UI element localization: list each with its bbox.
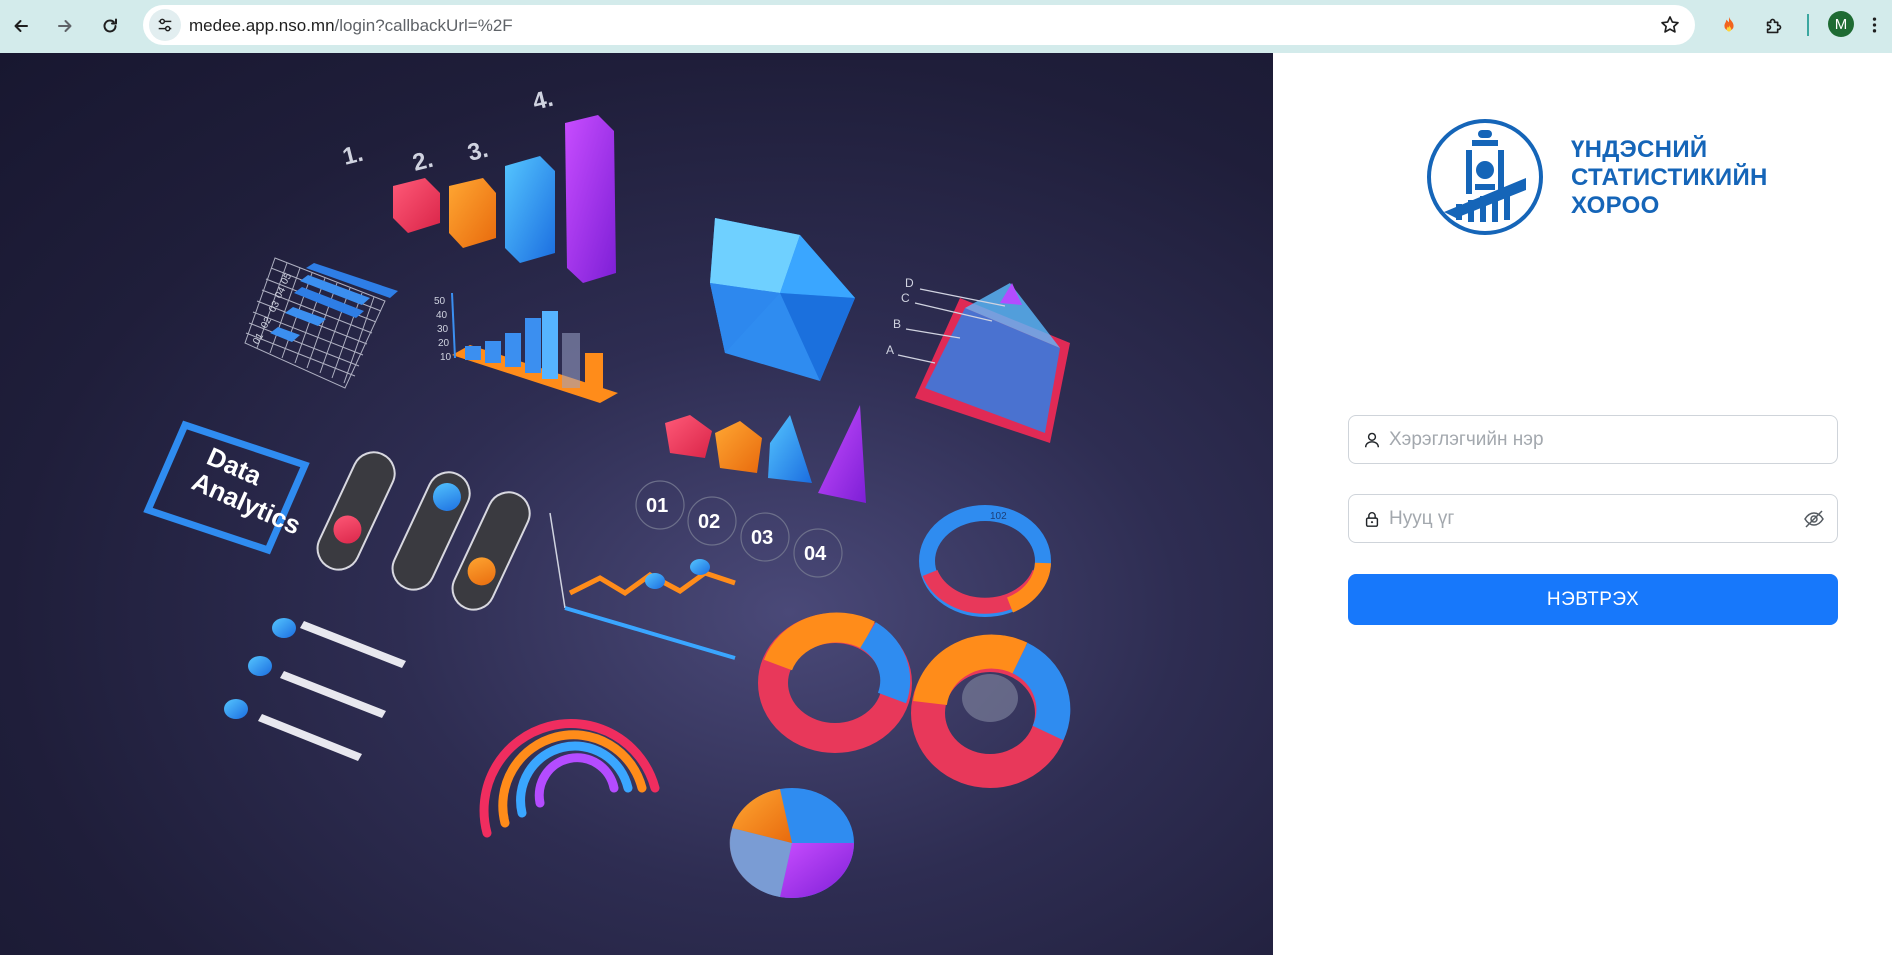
eye-slash-icon[interactable] <box>1803 508 1825 530</box>
site-info-button[interactable] <box>149 9 181 41</box>
step-label: 01 <box>646 495 668 517</box>
address-bar[interactable]: medee.app.nso.mn/login?callbackUrl=%2F <box>143 5 1695 45</box>
rank-label: 2. <box>410 146 436 177</box>
lock-icon <box>1361 508 1383 530</box>
back-button[interactable] <box>3 8 39 44</box>
password-input[interactable] <box>1389 507 1789 530</box>
login-panel: ҮНДЭСНИЙ СТАТИСТИКИЙН ХОРОО НЭВТРЭХ <box>1273 53 1892 955</box>
reload-icon <box>103 18 117 33</box>
browser-toolbar: medee.app.nso.mn/login?callbackUrl=%2F M <box>0 0 1892 53</box>
reload-button[interactable] <box>92 8 128 44</box>
arrow-left-icon <box>14 20 28 32</box>
organization-name: ҮНДЭСНИЙ СТАТИСТИКИЙН ХОРОО <box>1571 136 1768 220</box>
arrow-right-icon <box>58 20 72 32</box>
pyramid-level-label: A <box>886 343 894 357</box>
vbar-tick: 10 <box>440 352 452 363</box>
pyramid-level-label: C <box>901 291 910 305</box>
polyhedron <box>710 218 855 381</box>
puzzle-icon <box>1766 18 1782 34</box>
vbar-chart: 50 40 30 20 10 <box>434 292 618 403</box>
kebab-menu-icon <box>1872 17 1876 33</box>
donut-chart <box>758 612 912 753</box>
step-label: 02 <box>698 511 720 533</box>
rank-label: 4. <box>530 85 556 116</box>
org-name-line-2: СТАТИСТИКИЙН <box>1571 164 1768 191</box>
vbar-tick: 20 <box>438 338 450 349</box>
flame-extension-icon <box>1724 16 1734 32</box>
flame-extension-button[interactable] <box>1713 10 1745 42</box>
ring-label: 102 <box>990 511 1007 522</box>
ring-chart: 102 <box>919 505 1051 617</box>
pie-chart <box>729 788 854 899</box>
user-icon <box>1361 429 1383 451</box>
vbar-tick: 40 <box>436 310 448 321</box>
hero-illustration: 1. 2. 3. 4. 05 04 03 02 01 50 40 30 20 1… <box>0 53 1273 955</box>
capsule-sliders <box>316 451 531 611</box>
hbar-tick: 05 <box>279 271 294 287</box>
vbar-tick: 50 <box>434 296 446 307</box>
username-field[interactable] <box>1348 415 1838 464</box>
profile-avatar[interactable]: M <box>1828 11 1854 37</box>
password-field[interactable] <box>1348 494 1838 543</box>
url-text[interactable]: medee.app.nso.mn/login?callbackUrl=%2F <box>189 16 513 36</box>
url-path: /login?callbackUrl=%2F <box>334 16 513 35</box>
org-name-line-3: ХОРОО <box>1571 192 1660 219</box>
nso-logo-icon <box>1427 119 1543 235</box>
analytics-illustration: 1. 2. 3. 4. 05 04 03 02 01 50 40 30 20 1… <box>143 85 1071 899</box>
step-label: 03 <box>751 527 773 549</box>
legend-bars <box>224 618 406 761</box>
login-button[interactable]: НЭВТРЭХ <box>1348 574 1838 625</box>
rainbow-arches <box>479 719 660 838</box>
pyramid-level-label: B <box>893 317 901 331</box>
ranking-bars: 1. 2. 3. 4. <box>340 85 616 283</box>
line-chart <box>549 512 736 660</box>
rank-label: 3. <box>465 136 491 167</box>
step-shapes: 01 02 03 04 <box>635 405 866 578</box>
hbar-tick: 01 <box>251 331 266 347</box>
donut-chart <box>911 634 1071 788</box>
forward-button[interactable] <box>47 8 83 44</box>
username-input[interactable] <box>1389 428 1789 451</box>
tune-icon <box>158 18 172 32</box>
data-analytics-badge: Data Analytics <box>143 420 310 555</box>
step-label: 04 <box>804 543 827 565</box>
star-icon[interactable] <box>1659 14 1681 36</box>
pyramid-level-label: D <box>905 276 914 290</box>
browser-menu-button[interactable] <box>1866 10 1882 40</box>
toolbar-divider <box>1807 14 1809 36</box>
org-name-line-1: ҮНДЭСНИЙ <box>1571 136 1708 163</box>
vbar-tick: 30 <box>437 324 449 335</box>
url-host: medee.app.nso.mn <box>189 16 335 35</box>
rank-label: 1. <box>340 140 366 171</box>
extensions-button[interactable] <box>1758 10 1790 42</box>
pyramid-chart: D C B A <box>886 276 1070 443</box>
